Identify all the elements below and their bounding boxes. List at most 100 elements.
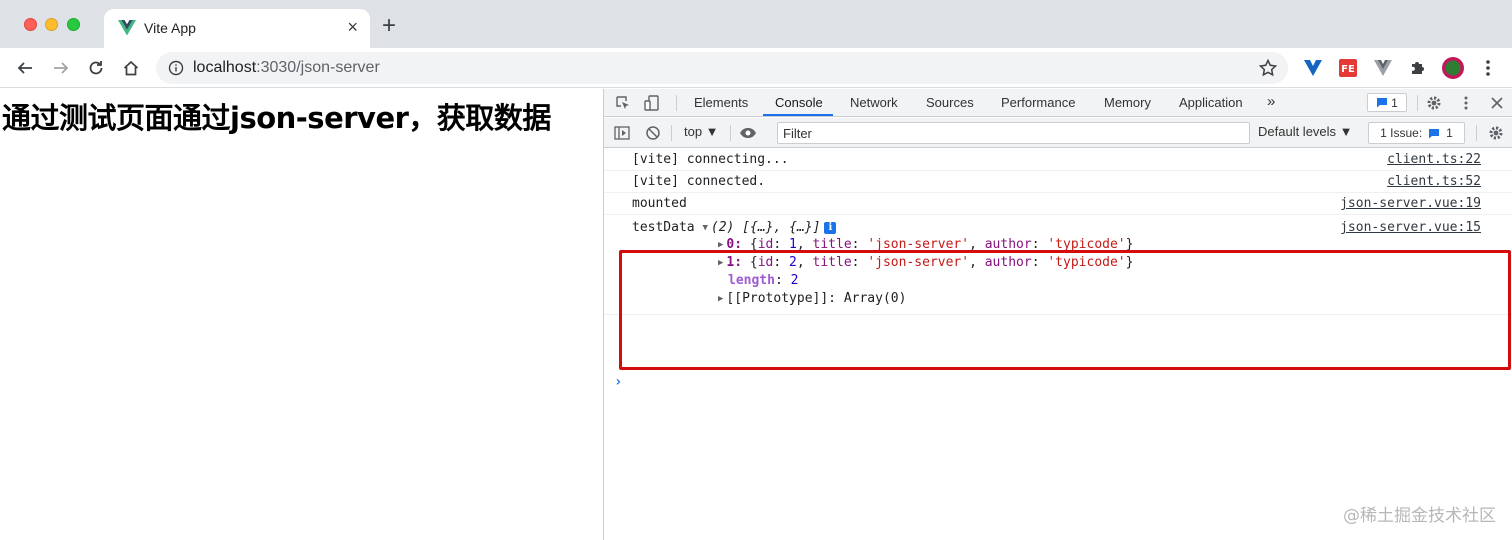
tab-performance[interactable]: Performance: [1001, 95, 1075, 110]
array-entry[interactable]: ▶ 0: {id: 1, title: 'json-server', author…: [718, 237, 1133, 252]
tab-strip: Vite App × +: [0, 0, 1512, 48]
address-bar[interactable]: localhost:3030/json-server: [156, 52, 1288, 84]
console-message[interactable]: [vite] connecting... client.ts:22: [604, 149, 1512, 171]
bookmark-star-icon[interactable]: [1258, 58, 1278, 78]
source-link[interactable]: json-server.vue:15: [1340, 220, 1481, 235]
fe-helper-extension-icon[interactable]: FE: [1336, 56, 1360, 80]
profile-avatar[interactable]: [1441, 56, 1465, 80]
messages-count: 1: [1391, 95, 1398, 110]
inspect-element-icon[interactable]: [614, 94, 632, 112]
tab-console[interactable]: Console: [775, 95, 823, 110]
filter-input[interactable]: [778, 123, 1249, 143]
entry-author: 'typicode': [1047, 237, 1126, 252]
console-message-text: mounted: [632, 196, 687, 211]
reload-icon: [89, 61, 103, 75]
watermark: @稀土掘金技术社区: [1343, 506, 1496, 526]
tab-memory[interactable]: Memory: [1104, 95, 1151, 110]
tab-elements[interactable]: Elements: [694, 95, 748, 110]
collapsed-triangle-icon[interactable]: ▶: [718, 240, 723, 250]
object-label: testData: [632, 220, 695, 235]
live-expression-eye-icon[interactable]: [739, 124, 757, 142]
zoom-window-button[interactable]: [67, 18, 80, 31]
reload-button[interactable]: [84, 56, 108, 80]
log-levels-select[interactable]: Default levels ▼: [1258, 124, 1353, 139]
console-output: [vite] connecting... client.ts:22 [vite]…: [604, 149, 1512, 390]
divider: [1417, 95, 1418, 111]
entry-id: 1: [789, 237, 797, 252]
divider: [671, 125, 672, 141]
more-tabs-chevron-icon[interactable]: »: [1267, 93, 1275, 110]
divider: [676, 95, 677, 111]
page-heading: 通过测试页面通过json-server，获取数据: [2, 101, 551, 135]
home-button[interactable]: [119, 56, 143, 80]
filter-input-wrapper: [777, 122, 1250, 144]
tab-title: Vite App: [144, 20, 196, 36]
prototype-entry[interactable]: ▶ [[Prototype]]: Array(0): [718, 291, 906, 306]
back-button[interactable]: [13, 56, 37, 80]
url-host: localhost: [193, 59, 257, 76]
issues-button[interactable]: 1 Issue: 1: [1368, 122, 1465, 144]
length-key: length: [728, 273, 775, 288]
console-message[interactable]: [vite] connected. client.ts:52: [604, 171, 1512, 193]
url-text[interactable]: localhost:3030/json-server: [193, 59, 380, 77]
arrow-right-icon: [54, 62, 69, 74]
object-header[interactable]: testData ▼ (2) [{…}, {…}] i: [632, 220, 837, 235]
info-icon[interactable]: [168, 60, 184, 76]
array-entry[interactable]: ▶ 1: {id: 2, title: 'json-server', author…: [718, 255, 1133, 270]
info-badge-icon[interactable]: i: [824, 222, 837, 234]
collapsed-triangle-icon[interactable]: ▶: [718, 258, 723, 268]
forward-button[interactable]: [49, 56, 73, 80]
browser-toolbar: localhost:3030/json-server FE: [0, 48, 1512, 88]
minimize-window-button[interactable]: [45, 18, 58, 31]
source-link[interactable]: client.ts:22: [1387, 152, 1481, 167]
tab-application[interactable]: Application: [1179, 95, 1243, 110]
context-select[interactable]: top ▼: [684, 124, 719, 139]
entry-author: 'typicode': [1047, 255, 1126, 270]
devtools-tab-bar: Elements Console Network Sources Perform…: [604, 89, 1512, 117]
arrow-left-icon: [17, 62, 32, 74]
vue-devtools-extension-icon[interactable]: [1301, 56, 1325, 80]
source-link[interactable]: json-server.vue:19: [1340, 196, 1481, 211]
divider: [730, 125, 731, 141]
url-path: :3030/json-server: [256, 59, 380, 76]
sidebar-toggle-icon[interactable]: [613, 124, 631, 142]
length-value: 2: [790, 273, 799, 288]
settings-gear-icon[interactable]: [1425, 94, 1443, 112]
entry-id: 2: [789, 255, 797, 270]
messages-badge[interactable]: 1: [1367, 93, 1407, 112]
devtools-menu-icon[interactable]: [1457, 94, 1475, 112]
vue-grey-extension-icon[interactable]: [1371, 56, 1395, 80]
console-settings-gear-icon[interactable]: [1487, 124, 1505, 142]
new-tab-button[interactable]: +: [382, 14, 396, 38]
message-icon: [1429, 128, 1440, 138]
tab-sources[interactable]: Sources: [926, 95, 974, 110]
entry-title: 'json-server': [867, 237, 970, 252]
message-icon: [1377, 98, 1388, 108]
array-length: length: 2: [728, 273, 799, 288]
console-message-text: [vite] connected.: [632, 174, 766, 189]
array-preview: (2) [{…}, {…}]: [710, 220, 821, 235]
divider: [1476, 125, 1477, 141]
console-prompt-icon[interactable]: ›: [614, 374, 622, 390]
clear-console-icon[interactable]: [644, 124, 662, 142]
svg-text:FE: FE: [1341, 64, 1355, 75]
device-toolbar-icon[interactable]: [643, 94, 661, 112]
issues-count: 1: [1446, 126, 1453, 140]
console-object-message[interactable]: testData ▼ (2) [{…}, {…}] i json-server.vu…: [604, 215, 1512, 315]
active-tab-indicator: [763, 114, 833, 116]
collapsed-triangle-icon[interactable]: ▶: [718, 294, 723, 304]
close-window-button[interactable]: [24, 18, 37, 31]
expanded-triangle-icon[interactable]: ▼: [702, 223, 707, 233]
browser-menu-icon[interactable]: [1476, 56, 1500, 80]
prototype-text: [[Prototype]]: Array(0): [726, 291, 907, 306]
issues-label: 1 Issue:: [1380, 126, 1423, 140]
home-icon: [123, 60, 139, 76]
source-link[interactable]: client.ts:52: [1387, 174, 1481, 189]
extensions-puzzle-icon[interactable]: [1406, 56, 1430, 80]
devtools-panel: Elements Console Network Sources Perform…: [603, 89, 1512, 540]
console-message[interactable]: mounted json-server.vue:19: [604, 193, 1512, 215]
close-devtools-icon[interactable]: [1488, 94, 1506, 112]
tab-network[interactable]: Network: [850, 95, 898, 110]
tab-close-icon[interactable]: ×: [347, 17, 358, 37]
browser-tab[interactable]: Vite App ×: [104, 9, 370, 48]
